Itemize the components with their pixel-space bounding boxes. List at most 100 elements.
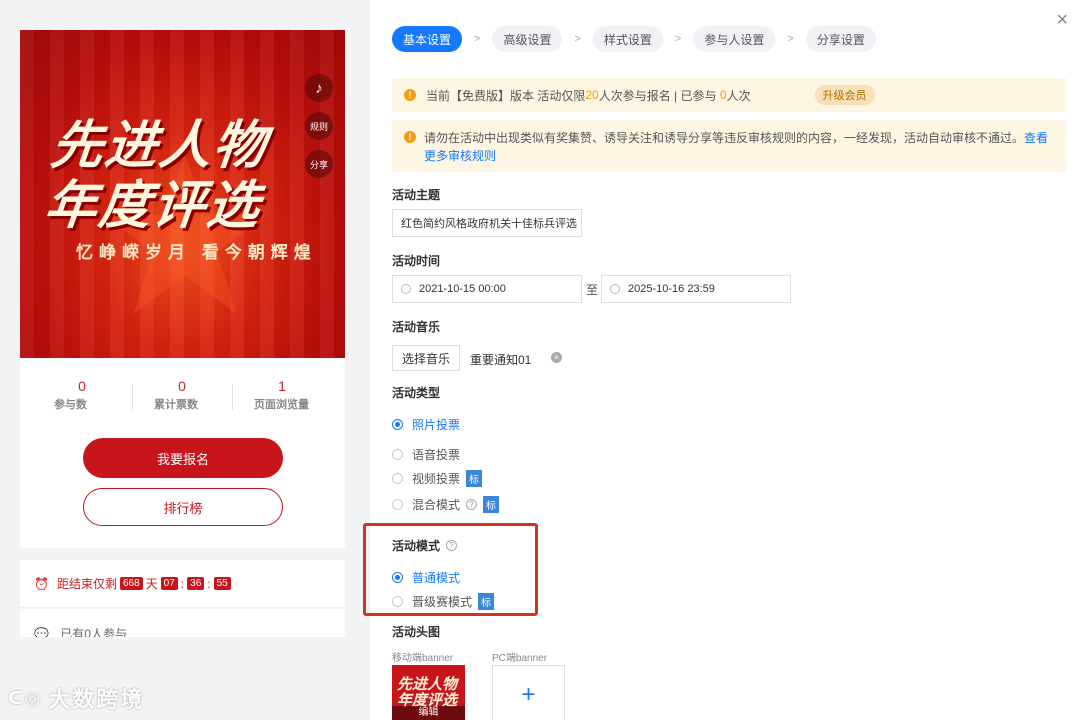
type-voice-vote-radio[interactable]: 语音投票: [392, 446, 460, 463]
radio-dot: [392, 572, 403, 583]
participants-text: 已有0人参与: [60, 627, 127, 637]
participants-row: 💬 已有0人参与: [20, 609, 345, 637]
step-style-settings[interactable]: 样式设置: [592, 26, 663, 52]
stat-label: 参与数: [54, 399, 87, 411]
select-music-button[interactable]: 选择音乐: [392, 345, 461, 371]
radio-label: 混合模式: [412, 498, 461, 512]
share-button[interactable]: 分享: [305, 150, 333, 178]
step-nav: 基本设置 > 高级设置 > 样式设置 > 参与人设置 > 分享设置: [392, 26, 876, 52]
countdown-seconds: 55: [213, 577, 231, 590]
notice-text: 人次参与报名 | 已参与: [598, 88, 720, 103]
chat-icon: 💬: [34, 627, 49, 637]
activity-preview-panel: 先进人物 年度评选 忆峥嵘岁月 看今朝辉煌 ♪ 规则 分享 0 参与数 0 累计…: [0, 0, 370, 720]
poster-title-line2: 年度评选: [41, 176, 265, 236]
step-advanced-settings[interactable]: 高级设置: [492, 26, 563, 52]
help-icon[interactable]: ?: [466, 499, 478, 510]
rule-button[interactable]: 规则: [305, 112, 333, 140]
type-mixed-mode-radio[interactable]: 混合模式 ? 标: [392, 496, 500, 513]
close-icon[interactable]: ×: [1056, 10, 1068, 30]
stat-page-views: 1 页面浏览量: [232, 378, 332, 411]
chevron-right-icon: >: [674, 33, 682, 45]
radio-dot: [392, 499, 403, 510]
countdown-label: 距结束仅剩: [56, 577, 117, 591]
review-rules-notice: ! 请勿在活动中出现类似有奖集赞、诱导关注和诱导分享等违反审核规则的内容，一经发…: [392, 120, 1066, 172]
selected-music-name: 重要通知01: [470, 353, 532, 367]
standard-badge: 标: [466, 470, 483, 487]
thumb-title-line1: 先进人物: [397, 676, 458, 693]
countdown-bar: ⏰ 距结束仅剩 668 天 07 : 36 : 55: [20, 560, 345, 608]
chevron-right-icon: >: [474, 33, 481, 45]
radio-label: 晋级赛模式: [412, 595, 473, 609]
mobile-banner-label: 移动端banner: [392, 653, 454, 664]
stat-value: 0: [178, 378, 186, 394]
theme-input[interactable]: 红色简约风格政府机关十佳标兵评选: [392, 209, 582, 237]
warning-icon: !: [404, 131, 416, 143]
settings-panel: × 基本设置 > 高级设置 > 样式设置 > 参与人设置 > 分享设置 ! 当前…: [363, 0, 1080, 720]
standard-badge: 标: [478, 593, 495, 610]
time-label: 活动时间: [392, 254, 441, 268]
poster-title-line1: 先进人物: [48, 116, 271, 176]
poster-banner: 先进人物 年度评选 忆峥嵘岁月 看今朝辉煌 ♪ 规则 分享: [20, 30, 345, 358]
clock-icon: [401, 284, 411, 294]
banner-label: 活动头图: [392, 625, 441, 639]
step-basic-settings[interactable]: 基本设置: [392, 26, 463, 52]
type-video-vote-radio[interactable]: 视频投票 标: [392, 470, 483, 487]
watermark-logo-icon: ᑕ◎: [8, 687, 43, 708]
warning-icon: !: [404, 89, 416, 101]
mode-normal-radio[interactable]: 普通模式: [392, 569, 460, 586]
help-icon[interactable]: ?: [446, 540, 458, 551]
countdown-minutes: 36: [187, 577, 205, 590]
mode-label-row: 活动模式 ?: [392, 537, 458, 554]
notice-text: 人次: [726, 88, 751, 103]
clear-music-icon[interactable]: ×: [551, 352, 562, 363]
type-label: 活动类型: [392, 386, 441, 400]
step-share-settings[interactable]: 分享设置: [805, 26, 876, 52]
watermark: ᑕ◎ 大数跨境: [8, 682, 144, 714]
music-label: 活动音乐: [392, 320, 441, 334]
edit-banner-button[interactable]: 编辑: [392, 706, 465, 720]
mobile-banner-thumbnail[interactable]: 先进人物 年度评选 编辑: [392, 665, 465, 720]
chevron-right-icon: >: [787, 33, 794, 45]
mode-label: 活动模式: [392, 539, 441, 553]
end-time-input[interactable]: 2025-10-16 23:59: [601, 275, 791, 303]
step-participant-settings[interactable]: 参与人设置: [693, 26, 776, 52]
add-pc-banner-button[interactable]: +: [492, 665, 565, 720]
upgrade-membership-button[interactable]: 升级会员: [814, 85, 875, 105]
countdown-sep: :: [207, 576, 211, 591]
poster-title: 先进人物 年度评选: [42, 116, 271, 236]
watermark-text: 大数跨境: [48, 687, 145, 712]
time-range-separator: 至: [586, 283, 599, 297]
end-time-value: 2025-10-16 23:59: [628, 283, 715, 295]
poster-subtitle: 忆峥嵘岁月 看今朝辉煌: [76, 243, 317, 262]
stat-value: 0: [78, 378, 86, 394]
stat-label: 累计票数: [154, 399, 198, 411]
music-note-icon[interactable]: ♪: [305, 74, 333, 102]
countdown-hours: 07: [160, 577, 178, 590]
review-warning-text: 请勿在活动中出现类似有奖集赞、诱导关注和诱导分享等违反审核规则的内容，一经发现，…: [424, 131, 1025, 145]
radio-dot: [392, 449, 403, 460]
type-photo-vote-radio[interactable]: 照片投票: [392, 416, 460, 433]
radio-dot: [392, 596, 403, 607]
radio-label: 照片投票: [412, 418, 461, 432]
radio-label: 语音投票: [412, 448, 461, 462]
radio-dot: [392, 419, 403, 430]
theme-label: 活动主题: [392, 188, 441, 202]
radio-label: 普通模式: [412, 571, 461, 585]
signup-button[interactable]: 我要报名: [83, 438, 283, 478]
stat-value: 1: [278, 378, 286, 394]
countdown-sep: :: [180, 576, 185, 591]
thumb-title: 先进人物 年度评选: [392, 665, 465, 709]
mode-promotion-radio[interactable]: 晋级赛模式 标: [392, 593, 495, 610]
stat-label: 页面浏览量: [254, 399, 309, 411]
radio-label: 视频投票: [412, 472, 461, 486]
chevron-right-icon: >: [574, 33, 581, 45]
alarm-clock-icon: ⏰: [34, 576, 49, 591]
stat-total-votes: 0 累计票数: [132, 378, 232, 411]
version-notice: ! 当前【免费版】版本 活动仅限 20 人次参与报名 | 已参与 0 人次 升级…: [392, 78, 1066, 112]
participation-limit: 20: [585, 88, 599, 102]
participation-count: 0: [719, 88, 727, 102]
stats-card: 0 参与数 0 累计票数 1 页面浏览量 我要报名 排行榜: [20, 358, 345, 548]
start-time-input[interactable]: 2021-10-15 00:00: [392, 275, 582, 303]
standard-badge: 标: [483, 496, 500, 513]
leaderboard-button[interactable]: 排行榜: [83, 488, 283, 526]
